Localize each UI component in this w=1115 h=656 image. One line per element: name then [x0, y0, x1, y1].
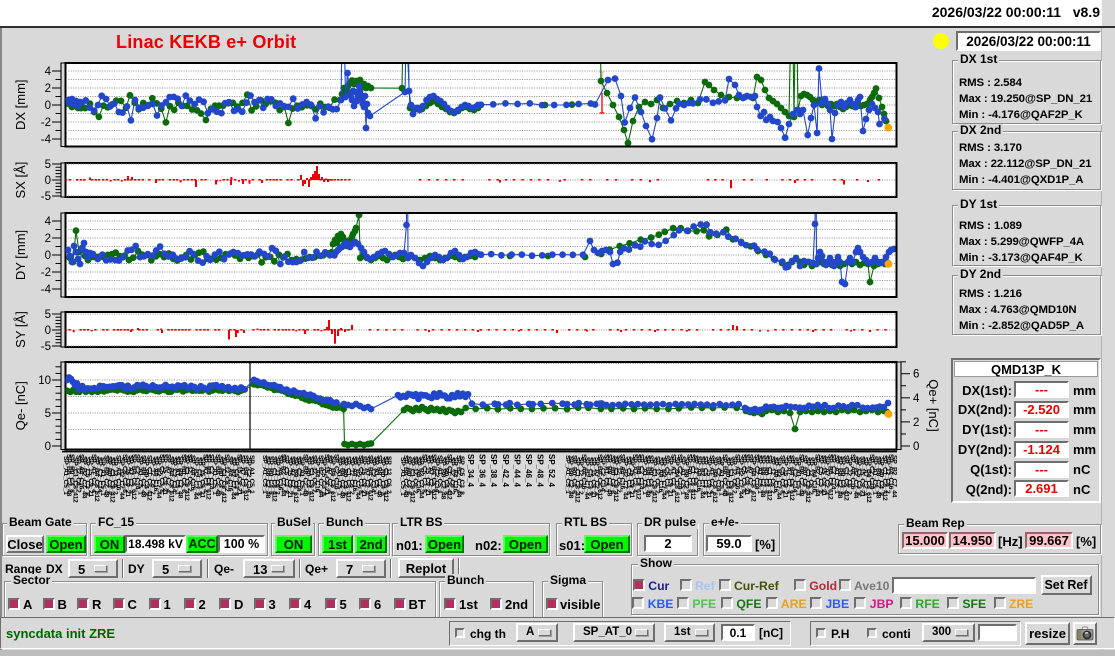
- svg-text:SP_34_4: SP_34_4: [466, 454, 475, 487]
- svg-text:5: 5: [45, 408, 51, 420]
- svg-text:5: 5: [45, 309, 51, 321]
- svg-text:DY [mm]: DY [mm]: [13, 230, 28, 280]
- svg-text:-5: -5: [41, 341, 51, 353]
- svg-text:0: 0: [45, 250, 51, 262]
- svg-text:-2: -2: [41, 267, 51, 279]
- svg-text:SP_52_4: SP_52_4: [547, 454, 556, 487]
- svg-text:2: 2: [45, 83, 51, 95]
- svg-text:0: 0: [913, 441, 919, 453]
- svg-text:-2: -2: [41, 117, 51, 129]
- svg-text:Qe+ [nC]: Qe+ [nC]: [926, 379, 940, 431]
- svg-text:-4: -4: [41, 284, 52, 296]
- svg-text:SP_38_4: SP_38_4: [489, 454, 498, 487]
- svg-text:SP_B2_C7_44: SP_B2_C7_44: [890, 455, 897, 498]
- svg-text:0: 0: [45, 441, 51, 453]
- svg-text:SP_12_C6_2: SP_12_C6_2: [385, 456, 392, 494]
- svg-text:5: 5: [45, 159, 51, 171]
- svg-text:-4: -4: [41, 134, 52, 146]
- svg-text:SP_42_4: SP_42_4: [501, 454, 510, 487]
- svg-text:0: 0: [45, 325, 51, 337]
- svg-text:2: 2: [45, 233, 51, 245]
- svg-text:SP_48_4: SP_48_4: [536, 454, 545, 487]
- svg-text:SP_44_4: SP_44_4: [512, 454, 521, 487]
- svg-text:10: 10: [38, 375, 51, 387]
- svg-text:-5: -5: [41, 191, 51, 203]
- svg-text:SP_C5_C3_8: SP_C5_C3_8: [458, 456, 465, 495]
- svg-text:4: 4: [913, 393, 920, 405]
- svg-text:0: 0: [45, 100, 51, 112]
- svg-text:SX [Å]: SX [Å]: [13, 162, 28, 199]
- svg-text:0: 0: [45, 175, 51, 187]
- svg-text:4: 4: [45, 216, 52, 228]
- svg-text:SP_46_4: SP_46_4: [524, 454, 533, 487]
- svg-text:4: 4: [45, 66, 52, 78]
- svg-text:DX [mm]: DX [mm]: [13, 79, 28, 130]
- svg-text:SY [Å]: SY [Å]: [13, 311, 28, 348]
- svg-text:2: 2: [913, 417, 919, 429]
- svg-text:Qe- [nC]: Qe- [nC]: [13, 381, 28, 430]
- svg-text:SP_A1_C5_1: SP_A1_C5_1: [248, 455, 255, 494]
- svg-text:6: 6: [913, 369, 919, 381]
- svg-text:SP_36_4: SP_36_4: [478, 454, 487, 487]
